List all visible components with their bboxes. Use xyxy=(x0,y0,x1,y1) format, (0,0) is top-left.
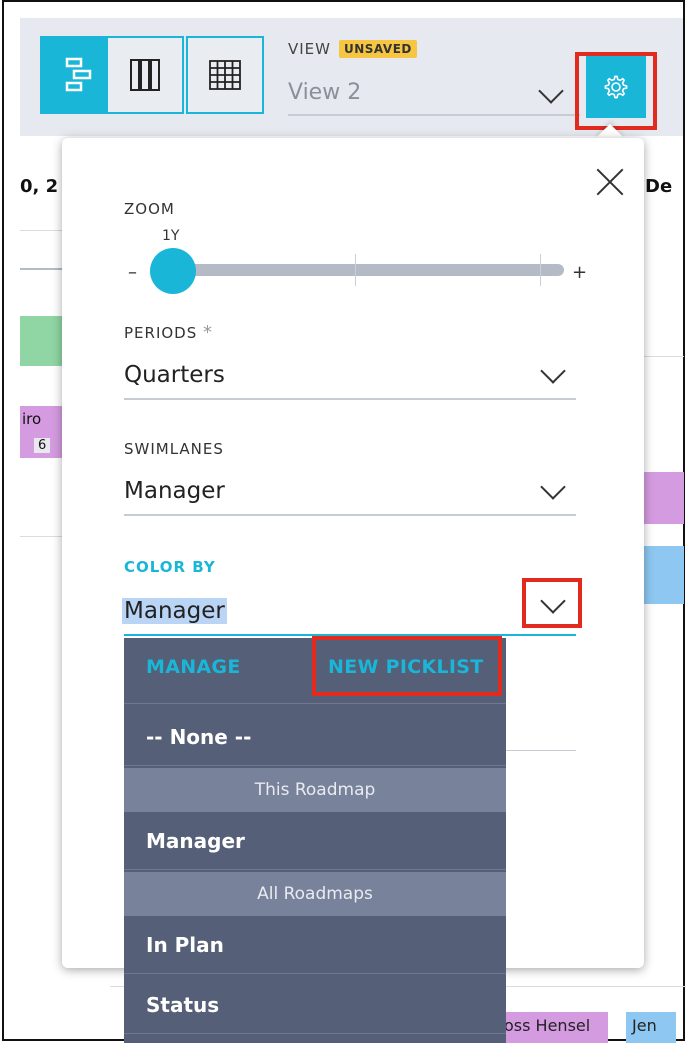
timeline-date-left: 0, 2 xyxy=(20,176,59,197)
grid-view-icon xyxy=(209,60,241,90)
roadmap-card[interactable] xyxy=(644,546,684,604)
periods-select-value: Quarters xyxy=(124,362,225,388)
zoom-in-symbol: + xyxy=(572,262,588,283)
unsaved-badge: UNSAVED xyxy=(339,40,417,58)
divider xyxy=(640,356,684,357)
highlight-new-picklist xyxy=(312,636,502,696)
color-by-dropdown: MANAGE NEW PICKLIST -- None -- This Road… xyxy=(124,638,506,1043)
chevron-down-icon xyxy=(538,78,564,104)
roadmap-card[interactable]: Jen xyxy=(626,1012,676,1043)
color-by-select-value: Manager xyxy=(122,598,227,624)
dropdown-group-header: All Roadmaps xyxy=(124,872,506,916)
dropdown-option-status[interactable]: Status xyxy=(124,976,506,1034)
view-label-row: VIEW UNSAVED xyxy=(288,40,417,58)
zoom-out-symbol: – xyxy=(128,262,137,283)
roadmap-card[interactable] xyxy=(20,316,64,366)
swimlanes-select-value: Manager xyxy=(124,478,225,504)
roadmap-card[interactable] xyxy=(644,472,684,524)
grid-view-button[interactable] xyxy=(186,36,264,114)
dropdown-group-header: This Roadmap xyxy=(124,768,506,812)
chevron-down-icon xyxy=(540,358,566,384)
zoom-label: ZOOM xyxy=(124,200,175,218)
periods-label-text: PERIODS xyxy=(124,324,198,342)
roadmap-card[interactable]: oss Hensel xyxy=(496,1012,608,1043)
divider xyxy=(20,536,64,537)
manage-link[interactable]: MANAGE xyxy=(146,656,241,678)
divider xyxy=(20,230,64,231)
view-select[interactable]: View 2 xyxy=(288,70,580,116)
periods-label: PERIODS * xyxy=(124,322,213,343)
highlight-settings-button xyxy=(575,52,657,130)
color-by-label: COLOR BY xyxy=(124,558,216,576)
dropdown-option-manager[interactable]: Manager xyxy=(124,812,506,870)
zoom-value-label: 1Y xyxy=(162,228,180,244)
color-by-select[interactable]: Manager xyxy=(122,588,576,636)
divider xyxy=(506,750,576,751)
roadmap-card-name: Jen xyxy=(632,1016,657,1035)
view-label: VIEW xyxy=(288,40,331,58)
dropdown-option-in-plan[interactable]: In Plan xyxy=(124,916,506,974)
swimlanes-label: SWIMLANES xyxy=(124,440,224,458)
zoom-slider-thumb[interactable] xyxy=(150,248,196,294)
close-icon[interactable] xyxy=(592,164,628,200)
dropdown-option-none[interactable]: -- None -- xyxy=(124,708,506,766)
periods-select[interactable]: Quarters xyxy=(124,352,576,400)
swimlanes-select[interactable]: Manager xyxy=(124,468,576,516)
highlight-color-by-chevron xyxy=(522,578,582,628)
columns-view-icon xyxy=(130,59,160,91)
columns-view-button[interactable] xyxy=(106,36,184,114)
roadmap-card-label: iro xyxy=(22,410,42,428)
slider-tick xyxy=(355,254,356,286)
slider-tick xyxy=(540,254,541,286)
required-mark: * xyxy=(203,322,214,343)
roadmap-card-name: oss Hensel xyxy=(504,1016,591,1035)
view-select-value: View 2 xyxy=(288,80,362,105)
roadmap-card-count: 6 xyxy=(34,438,51,453)
timeline-track xyxy=(20,268,64,270)
zoom-slider-track[interactable] xyxy=(174,264,564,276)
timeline-date-right: De xyxy=(645,176,673,197)
timeline-view-icon xyxy=(65,57,92,92)
chevron-down-icon xyxy=(540,474,566,500)
